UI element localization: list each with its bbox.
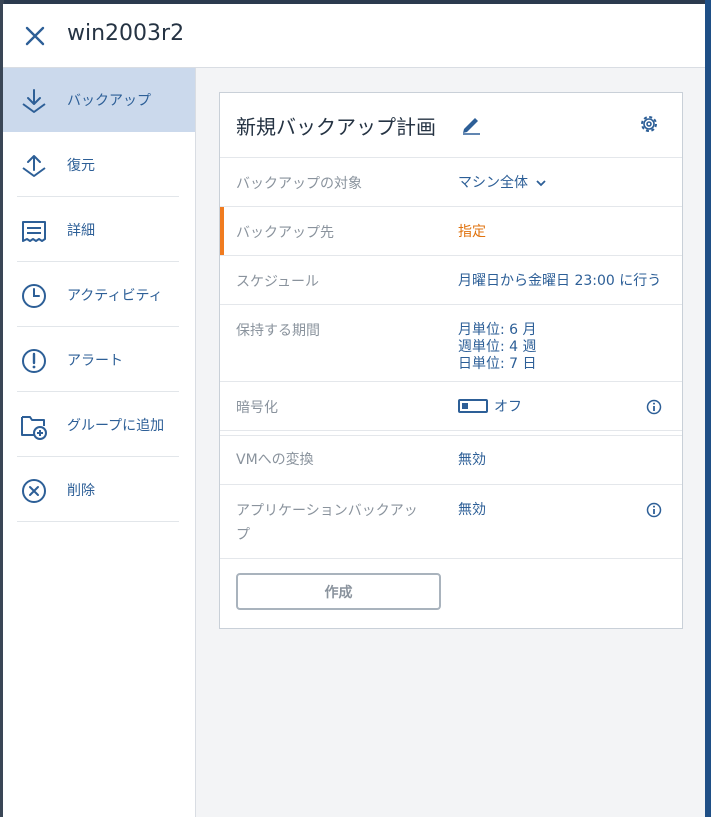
warning-accent-bar bbox=[220, 207, 224, 255]
row-application-backup[interactable]: アプリケーションバックアッ プ 無効 bbox=[220, 484, 682, 559]
info-icon[interactable] bbox=[646, 399, 662, 415]
row-encryption[interactable]: 暗号化 オフ bbox=[220, 381, 682, 431]
sidebar-item-label: 詳細 bbox=[67, 223, 95, 239]
retention-daily: 日単位: 7 日 bbox=[458, 356, 537, 372]
sidebar-item-label: 復元 bbox=[67, 158, 95, 174]
divider bbox=[17, 391, 179, 392]
app-backup-value[interactable]: 無効 bbox=[458, 502, 486, 519]
sidebar-item-restore[interactable]: 復元 bbox=[3, 133, 195, 197]
divider bbox=[17, 261, 179, 262]
chevron-down-icon bbox=[536, 180, 547, 187]
sidebar-item-backup[interactable]: バックアップ bbox=[3, 68, 195, 132]
delete-circle-icon bbox=[22, 479, 46, 503]
download-icon bbox=[22, 89, 46, 113]
row-schedule[interactable]: スケジュール 月曜日から金曜日 23:00 に行う bbox=[220, 255, 682, 304]
alert-icon bbox=[22, 349, 46, 373]
backup-plan-card: 新規バックアップ計画 バックアップの対象 マシン全体 バックアップ先 指定 スケ… bbox=[219, 92, 683, 629]
row-backup-target[interactable]: バックアップの対象 マシン全体 bbox=[220, 157, 682, 206]
details-icon bbox=[22, 221, 46, 242]
row-label: バックアップの対象 bbox=[236, 176, 362, 192]
sidebar-item-label: バックアップ bbox=[67, 93, 151, 109]
sidebar: バックアップ 復元 詳細 アクティビティ アラート グループに追加 削除 bbox=[3, 68, 196, 817]
retention-weekly: 週単位: 4 週 bbox=[458, 339, 537, 355]
sidebar-item-add-to-group[interactable]: グループに追加 bbox=[3, 393, 195, 457]
target-value[interactable]: マシン全体 bbox=[458, 175, 547, 192]
divider bbox=[17, 521, 179, 522]
plan-title: 新規バックアップ計画 bbox=[236, 115, 436, 139]
divider bbox=[17, 326, 179, 327]
divider bbox=[17, 456, 179, 457]
row-label: VMへの変換 bbox=[236, 452, 314, 468]
upload-icon bbox=[22, 155, 46, 177]
sidebar-item-details[interactable]: 詳細 bbox=[3, 198, 195, 262]
sidebar-item-label: 削除 bbox=[67, 483, 95, 499]
sidebar-item-delete[interactable]: 削除 bbox=[3, 458, 195, 522]
pencil-icon[interactable] bbox=[460, 113, 482, 135]
divider bbox=[17, 196, 179, 197]
desktop-background-right bbox=[705, 0, 711, 817]
row-backup-destination[interactable]: バックアップ先 指定 bbox=[220, 206, 682, 255]
row-label: スケジュール bbox=[236, 274, 320, 290]
row-label: アプリケーションバックアッ プ bbox=[236, 503, 418, 543]
schedule-value[interactable]: 月曜日から金曜日 23:00 に行う bbox=[458, 273, 661, 290]
row-label: バックアップ先 bbox=[236, 225, 334, 241]
sidebar-item-activities[interactable]: アクティビティ bbox=[3, 263, 195, 327]
encryption-value: オフ bbox=[494, 399, 522, 415]
retention-value[interactable]: 月単位: 6 月 週単位: 4 週 日単位: 7 日 bbox=[458, 322, 537, 373]
sidebar-item-label: アラート bbox=[67, 353, 123, 369]
backup-window: win2003r2 バックアップ 復元 詳細 アクティビティ アラート グループ… bbox=[3, 4, 705, 817]
retention-monthly: 月単位: 6 月 bbox=[458, 322, 537, 338]
gear-icon[interactable] bbox=[638, 113, 660, 135]
sidebar-item-alerts[interactable]: アラート bbox=[3, 328, 195, 392]
toggle-knob bbox=[462, 403, 468, 409]
info-icon[interactable] bbox=[646, 502, 662, 518]
vm-conversion-value[interactable]: 無効 bbox=[458, 452, 486, 469]
clock-icon bbox=[22, 284, 46, 308]
top-bar: win2003r2 bbox=[3, 4, 705, 68]
row-label: 保持する期間 bbox=[236, 323, 320, 339]
sidebar-item-label: アクティビティ bbox=[67, 288, 163, 304]
create-button[interactable]: 作成 bbox=[236, 573, 441, 610]
row-label: 暗号化 bbox=[236, 400, 278, 416]
machine-title: win2003r2 bbox=[67, 21, 185, 46]
destination-value[interactable]: 指定 bbox=[458, 224, 486, 241]
encryption-toggle[interactable] bbox=[458, 399, 488, 413]
row-vm-conversion[interactable]: VMへの変換 無効 bbox=[220, 435, 682, 484]
folder-add-icon bbox=[21, 416, 47, 440]
close-icon[interactable] bbox=[23, 24, 47, 48]
sidebar-item-label: グループに追加 bbox=[67, 418, 165, 434]
row-retention[interactable]: 保持する期間 月単位: 6 月 週単位: 4 週 日単位: 7 日 bbox=[220, 304, 682, 381]
